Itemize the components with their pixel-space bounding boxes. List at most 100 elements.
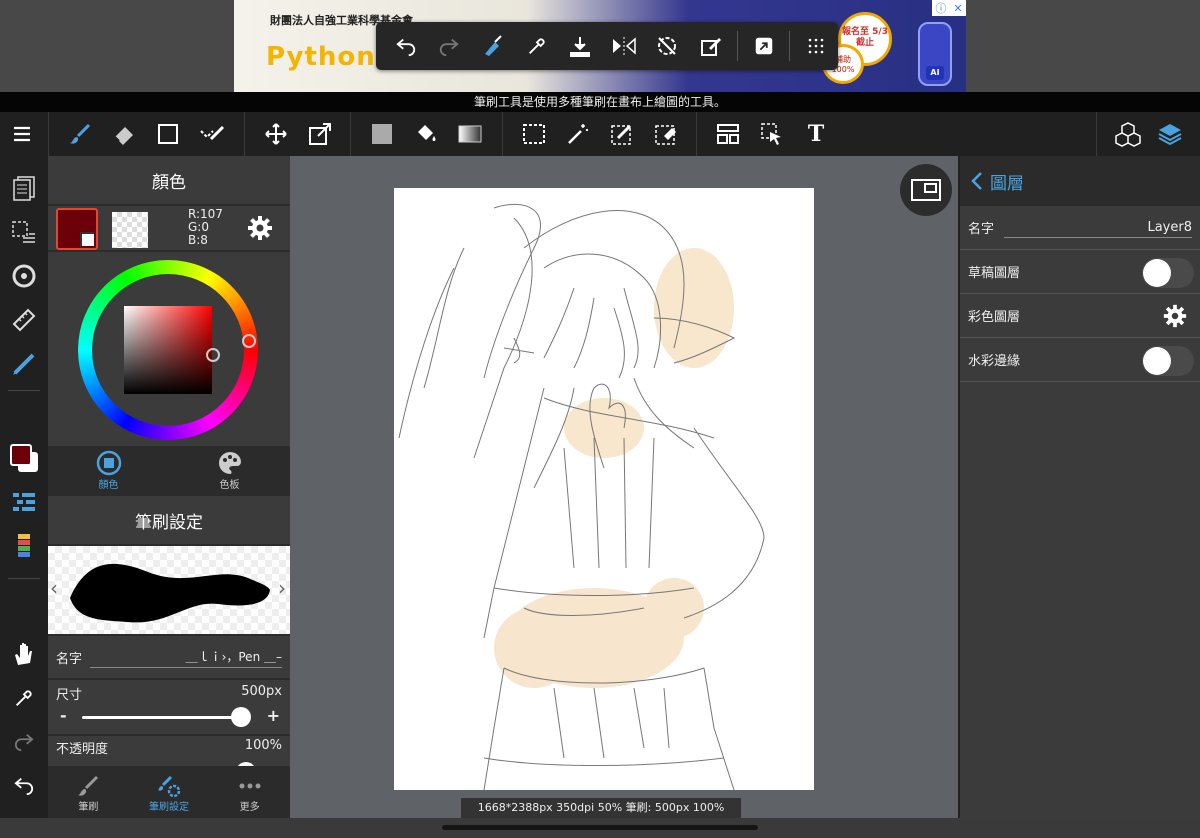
tab-brush-settings[interactable]: 筆刷設定 bbox=[129, 768, 210, 818]
layers-button[interactable] bbox=[1150, 112, 1190, 156]
watercolor-edge-label: 水彩邊緣 bbox=[968, 354, 1021, 369]
layer-name-label: 名字 bbox=[968, 222, 995, 237]
tab-brush-label: 筆刷 bbox=[78, 801, 99, 813]
move-tool-button[interactable] bbox=[256, 112, 296, 156]
home-indicator[interactable] bbox=[442, 825, 758, 830]
snap-button[interactable] bbox=[4, 256, 44, 296]
divider bbox=[789, 31, 791, 61]
size-increase-button[interactable]: + bbox=[267, 706, 280, 725]
color-tabs: 顏色 色板 bbox=[48, 446, 290, 494]
side-eyedropper-button[interactable] bbox=[4, 678, 44, 718]
tab-more[interactable]: 更多 bbox=[209, 768, 290, 818]
eraser-brush-icon bbox=[485, 35, 502, 56]
select-tool-button[interactable] bbox=[514, 112, 554, 156]
color-history-button[interactable] bbox=[4, 526, 44, 566]
blue-value: B:8 bbox=[188, 233, 208, 247]
ad-controls: ⓘ ✕ bbox=[932, 0, 966, 16]
draft-layer-toggle[interactable] bbox=[1142, 258, 1194, 288]
select-pen-button[interactable] bbox=[602, 112, 642, 156]
tab-palette[interactable]: 色板 bbox=[169, 446, 290, 494]
gradient-tool-button[interactable] bbox=[450, 112, 490, 156]
layer-list-button[interactable] bbox=[4, 482, 44, 522]
size-slider-track[interactable] bbox=[82, 716, 248, 719]
sv-cursor[interactable] bbox=[206, 348, 220, 362]
color-settings-button[interactable] bbox=[246, 214, 274, 246]
primary-color-button[interactable] bbox=[56, 208, 98, 250]
prev-brush-arrow[interactable]: ‹ bbox=[50, 576, 58, 600]
frame-divider-button[interactable] bbox=[708, 112, 748, 156]
flip-button[interactable] bbox=[602, 24, 646, 68]
bucket-tool-button[interactable] bbox=[406, 112, 446, 156]
select-eraser-icon bbox=[655, 125, 676, 145]
brush-tool-button[interactable] bbox=[60, 112, 100, 156]
shape-tool-button[interactable] bbox=[148, 112, 188, 156]
canvas-area[interactable]: 1668*2388px 350dpi 50% 筆刷: 500px 100% bbox=[290, 156, 958, 818]
color-square-icon bbox=[372, 124, 392, 144]
transparent-color-button[interactable] bbox=[112, 212, 148, 248]
saturation-value-square[interactable] bbox=[124, 306, 212, 394]
eraser-tool-button[interactable] bbox=[104, 112, 144, 156]
layer-panel-header[interactable]: 圖層 bbox=[960, 156, 1200, 206]
color-layer-settings-button[interactable] bbox=[1162, 303, 1188, 333]
redo-button[interactable] bbox=[428, 24, 472, 68]
side-redo-button[interactable] bbox=[4, 722, 44, 762]
correction-brush-button[interactable] bbox=[192, 112, 232, 156]
line-art-drawing bbox=[398, 203, 765, 790]
grip-icon bbox=[808, 38, 824, 54]
magic-wand-icon bbox=[568, 124, 588, 144]
selection-list-icon bbox=[12, 221, 35, 243]
side-undo-button[interactable] bbox=[4, 766, 44, 806]
drawing-canvas[interactable] bbox=[394, 188, 814, 790]
divider bbox=[8, 390, 40, 391]
ad-info-icon[interactable]: ⓘ bbox=[935, 0, 946, 16]
quickbar-grip-button[interactable] bbox=[794, 24, 838, 68]
ruler-button[interactable] bbox=[4, 300, 44, 340]
save-download-button[interactable] bbox=[558, 24, 602, 68]
primary-color-swatch bbox=[10, 444, 38, 472]
tab-brush-settings-label: 筆刷設定 bbox=[149, 801, 189, 813]
fill-color-button[interactable] bbox=[362, 112, 402, 156]
text-tool-button[interactable]: T bbox=[796, 112, 836, 156]
clear-selection-button[interactable] bbox=[689, 24, 733, 68]
select-eraser-button[interactable] bbox=[646, 112, 686, 156]
eyedropper-icon bbox=[528, 38, 545, 54]
layers-icon bbox=[1158, 124, 1182, 146]
layer-name-field[interactable]: Layer8 bbox=[1004, 220, 1192, 238]
select-pen-icon bbox=[611, 124, 632, 145]
transform-tool-button[interactable] bbox=[300, 112, 340, 156]
magic-wand-button[interactable] bbox=[558, 112, 598, 156]
chevron-left-icon bbox=[971, 172, 982, 190]
size-slider-knob[interactable] bbox=[231, 707, 252, 727]
navigator-button[interactable] bbox=[900, 164, 952, 216]
eyedropper-button[interactable] bbox=[515, 24, 559, 68]
selection-list-button[interactable] bbox=[4, 212, 44, 252]
pages-button[interactable] bbox=[4, 168, 44, 208]
hue-cursor[interactable] bbox=[242, 334, 256, 348]
share-button[interactable] bbox=[742, 24, 786, 68]
operation-tool-button[interactable] bbox=[752, 112, 792, 156]
undo-button[interactable] bbox=[384, 24, 428, 68]
watercolor-edge-toggle[interactable] bbox=[1142, 346, 1194, 376]
menu-button[interactable] bbox=[2, 112, 42, 156]
rotate-reset-button[interactable] bbox=[646, 24, 690, 68]
color-swatch-button[interactable] bbox=[4, 438, 44, 478]
size-decrease-button[interactable]: - bbox=[60, 706, 67, 725]
materials-button[interactable] bbox=[1108, 112, 1148, 156]
color-circle-icon bbox=[96, 450, 121, 475]
brush-stroke-preview: ‹ › bbox=[48, 546, 290, 634]
ad-close-icon[interactable]: ✕ bbox=[953, 2, 962, 15]
tab-brush[interactable]: 筆刷 bbox=[48, 768, 129, 818]
stroke-preview-graphic bbox=[70, 563, 270, 623]
brush-name-row: 名字 ＿ｌｉ›，Pen ＿– bbox=[48, 636, 290, 678]
next-brush-arrow[interactable]: › bbox=[278, 576, 286, 600]
tab-color[interactable]: 顏色 bbox=[48, 446, 169, 494]
undo-icon bbox=[14, 778, 34, 796]
eraser-brush-button[interactable] bbox=[471, 24, 515, 68]
brush-icon bbox=[70, 123, 91, 144]
brush-name-field[interactable]: ＿ｌｉ›，Pen ＿– bbox=[90, 648, 282, 668]
hand-tool-button[interactable] bbox=[4, 634, 44, 674]
hand-icon bbox=[15, 643, 32, 665]
opacity-slider-knob[interactable] bbox=[236, 762, 256, 766]
pen-pressure-button[interactable] bbox=[4, 344, 44, 384]
gear-icon bbox=[248, 216, 272, 240]
